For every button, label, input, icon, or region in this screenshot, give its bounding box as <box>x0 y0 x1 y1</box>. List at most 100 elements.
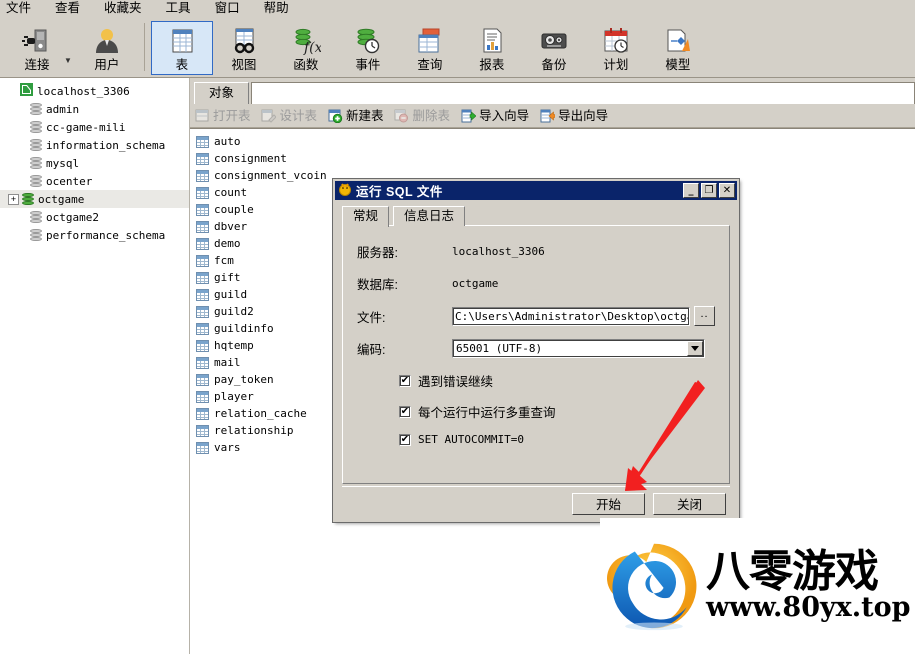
maximize-button[interactable]: ❐ <box>701 183 717 198</box>
toolbar-button-event[interactable]: 事件 <box>337 21 399 75</box>
toolbar-button-connection[interactable]: 连接 <box>6 21 68 75</box>
encoding-select[interactable]: 65001 (UTF-8) <box>452 339 705 358</box>
watermark-logo-icon <box>607 543 697 631</box>
toolbar-button-report[interactable]: 报表 <box>461 21 523 75</box>
object-filter-bar[interactable] <box>251 82 915 104</box>
table-name: guild <box>214 288 248 301</box>
user-icon <box>92 25 122 57</box>
tree-label-admin: admin <box>46 102 80 116</box>
connection-tree[interactable]: localhost_3306 admin cc-game-mili inform… <box>0 78 190 654</box>
table-name: demo <box>214 237 241 250</box>
tree-node-root[interactable]: localhost_3306 <box>0 82 189 100</box>
minimize-button[interactable]: _ <box>683 183 699 198</box>
tree-label-mysql: mysql <box>46 156 80 170</box>
table-grid-icon <box>196 237 209 250</box>
connection-dropdown-caret[interactable]: ▼ <box>64 56 72 65</box>
report-icon <box>478 25 506 57</box>
dialog-tab-general[interactable]: 常规 <box>342 206 390 227</box>
import-wizard-button[interactable]: 导入向导 <box>460 108 529 124</box>
table-list-item[interactable]: auto <box>194 133 915 150</box>
encoding-value: 65001 (UTF-8) <box>456 342 543 355</box>
browse-button[interactable]: .. <box>694 306 715 326</box>
tree-label-root: localhost_3306 <box>37 84 130 98</box>
database-row: 数据库: octgame <box>357 274 715 293</box>
set-autocommit-row[interactable]: ✔ SET AUTOCOMMIT=0 <box>357 433 715 446</box>
menu-item-favorites[interactable]: 收藏夹 <box>94 0 156 18</box>
tree-node-octgame[interactable]: + octgame <box>0 190 189 208</box>
chevron-down-icon[interactable] <box>687 341 703 356</box>
table-grid-icon <box>196 356 209 369</box>
delete-table-button[interactable]: 删除表 <box>394 108 450 124</box>
run-sql-file-dialog[interactable]: 运行 SQL 文件 _ ❐ ✕ 常规 信息日志 服务器: localhost_3… <box>332 178 740 523</box>
table-grid-icon <box>196 390 209 403</box>
continue-on-error-row[interactable]: ✔ 遇到错误继续 <box>357 371 715 390</box>
tree-node-mysql[interactable]: mysql <box>0 154 189 172</box>
event-icon <box>353 25 383 57</box>
server-label: 服务器: <box>357 246 398 260</box>
menu-item-tools[interactable]: 工具 <box>156 0 205 18</box>
tree-label-performance-schema: performance_schema <box>46 228 166 242</box>
toolbar-button-model[interactable]: 模型 <box>647 21 709 75</box>
database-icon <box>30 102 42 116</box>
design-table-icon <box>261 108 277 124</box>
svg-text:f(x): f(x) <box>303 40 321 55</box>
close-icon[interactable]: ✕ <box>719 183 735 198</box>
menu-item-file[interactable]: 文件 <box>0 0 45 18</box>
menu-item-window[interactable]: 窗口 <box>205 0 254 18</box>
table-name: gift <box>214 271 241 284</box>
server-row: 服务器: localhost_3306 <box>357 242 715 261</box>
tree-label-octgame2: octgame2 <box>46 210 99 224</box>
close-button[interactable]: 关闭 <box>653 492 726 515</box>
toolbar-button-query[interactable]: 查询 <box>399 21 461 75</box>
multiple-queries-row[interactable]: ✔ 每个运行中运行多重查询 <box>357 402 715 421</box>
database-icon <box>30 210 42 224</box>
tree-node-octgame2[interactable]: octgame2 <box>0 208 189 226</box>
toolbar-button-function[interactable]: f(x) 函数 <box>275 21 337 75</box>
toolbar-button-view[interactable]: 视图 <box>213 21 275 75</box>
tab-objects[interactable]: 对象 <box>194 82 250 104</box>
open-table-button[interactable]: 打开表 <box>194 108 251 124</box>
new-table-button[interactable]: 新建表 <box>327 108 384 124</box>
tree-expander-octgame[interactable]: + <box>8 193 19 205</box>
toolbar-label-report: 报表 <box>479 58 505 72</box>
menu-item-view[interactable]: 查看 <box>45 0 94 18</box>
object-tab-strip: 对象 <box>190 78 915 104</box>
table-name: consignment <box>214 152 287 165</box>
export-wizard-button[interactable]: 导出向导 <box>539 108 608 124</box>
table-grid-icon <box>196 288 209 301</box>
table-icon <box>168 25 196 57</box>
toolbar-label-query: 查询 <box>417 58 443 72</box>
toolbar-label-model: 模型 <box>665 58 691 72</box>
toolbar-button-table[interactable]: 表 <box>150 21 213 75</box>
table-list-item[interactable]: consignment <box>194 150 915 167</box>
tree-node-admin[interactable]: admin <box>0 100 189 118</box>
table-grid-icon <box>196 152 209 165</box>
toolbar-button-backup[interactable]: 备份 <box>523 21 585 75</box>
table-grid-icon <box>196 186 209 199</box>
menu-item-help[interactable]: 帮助 <box>254 0 303 18</box>
table-name: consignment_vcoin <box>214 169 327 182</box>
toolbar-button-schedule[interactable]: 计划 <box>585 21 647 75</box>
table-name: pay_token <box>214 373 274 386</box>
tree-label-ocenter: ocenter <box>46 174 93 188</box>
start-button[interactable]: 开始 <box>572 492 645 515</box>
multiple-queries-checkbox[interactable]: ✔ <box>399 405 411 418</box>
file-path-input[interactable]: C:\Users\Administrator\Desktop\octgame.s… <box>452 306 690 326</box>
dialog-title-bar[interactable]: 运行 SQL 文件 _ ❐ ✕ <box>335 181 737 200</box>
site-watermark: 八零游戏 www.80yx.top <box>600 518 915 654</box>
dialog-tab-message-log[interactable]: 信息日志 <box>393 206 466 226</box>
dialog-app-icon <box>338 182 352 199</box>
set-autocommit-label: SET AUTOCOMMIT=0 <box>418 433 524 446</box>
tree-node-cc-game-mili[interactable]: cc-game-mili <box>0 118 189 136</box>
open-table-label: 打开表 <box>213 108 251 123</box>
tree-node-information-schema[interactable]: information_schema <box>0 136 189 154</box>
continue-on-error-checkbox[interactable]: ✔ <box>399 374 411 387</box>
encoding-label: 编码: <box>357 343 386 357</box>
database-label: 数据库: <box>357 278 398 292</box>
set-autocommit-checkbox[interactable]: ✔ <box>399 433 411 446</box>
tree-node-ocenter[interactable]: ocenter <box>0 172 189 190</box>
tree-node-performance-schema[interactable]: performance_schema <box>0 226 189 244</box>
design-table-button[interactable]: 设计表 <box>261 108 317 124</box>
toolbar-button-user[interactable]: 用户 <box>76 21 138 75</box>
toolbar-label-function: 函数 <box>293 58 319 72</box>
